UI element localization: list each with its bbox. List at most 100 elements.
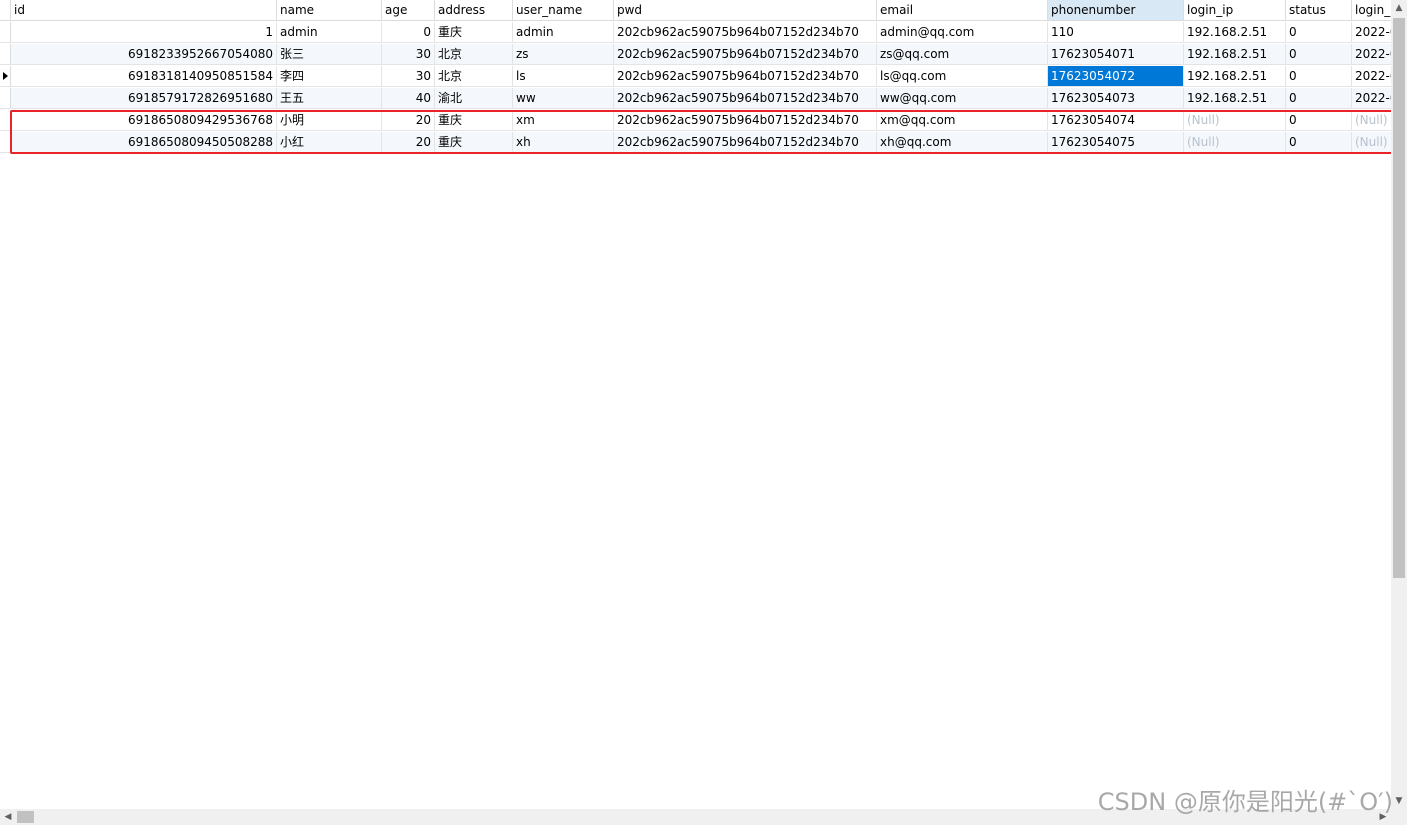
cell-status[interactable]: 0	[1286, 44, 1352, 65]
cell-status[interactable]: 0	[1286, 66, 1352, 87]
column-header-phonenumber[interactable]: phonenumber	[1048, 0, 1184, 21]
cell-age[interactable]: 0	[382, 22, 435, 43]
row-indicator[interactable]	[0, 88, 11, 109]
table-row[interactable]: 6918233952667054080 张三 30 北京 zs 202cb962ac590…	[0, 44, 1391, 66]
cell-status[interactable]: 0	[1286, 110, 1352, 131]
scroll-left-arrow-icon[interactable]: ◀	[0, 809, 16, 825]
cell-name[interactable]: 王五	[277, 88, 382, 109]
cell-name[interactable]: 小明	[277, 110, 382, 131]
cell-name[interactable]: 小红	[277, 132, 382, 153]
column-header-address[interactable]: address	[435, 0, 513, 21]
cell-login-ip[interactable]: 192.168.2.51	[1184, 22, 1286, 43]
cell-login-time[interactable]: 2022-0	[1352, 22, 1391, 43]
cell-address[interactable]: 重庆	[435, 132, 513, 153]
cell-id[interactable]: 1	[11, 22, 277, 43]
cell-age[interactable]: 30	[382, 66, 435, 87]
cell-user-name[interactable]: ls	[513, 66, 614, 87]
cell-login-ip[interactable]: (Null)	[1184, 110, 1286, 131]
cell-status[interactable]: 0	[1286, 88, 1352, 109]
cell-pwd[interactable]: 202cb962ac59075b964b07152d234b70	[614, 22, 877, 43]
cell-user-name[interactable]: zs	[513, 44, 614, 65]
horizontal-scroll-thumb[interactable]	[17, 811, 34, 823]
cell-id[interactable]: 6918579172826951680	[11, 88, 277, 109]
row-indicator[interactable]	[0, 66, 11, 87]
cell-phonenumber[interactable]: 17623054073	[1048, 88, 1184, 109]
cell-id[interactable]: 6918233952667054080	[11, 44, 277, 65]
column-header-login-ip[interactable]: login_ip	[1184, 0, 1286, 21]
cell-address[interactable]: 渝北	[435, 88, 513, 109]
table-row[interactable]: 6918318140950851584 李四 30 北京 ls 202cb962ac590…	[0, 66, 1391, 88]
cell-login-time[interactable]: (Null)	[1352, 110, 1391, 131]
cell-user-name[interactable]: xm	[513, 110, 614, 131]
watermark: CSDN @原你是阳光(#`O′)	[1097, 788, 1393, 816]
cell-address[interactable]: 重庆	[435, 110, 513, 131]
cell-email[interactable]: ls@qq.com	[877, 66, 1048, 87]
cell-age[interactable]: 20	[382, 110, 435, 131]
cell-login-ip[interactable]: 192.168.2.51	[1184, 44, 1286, 65]
vertical-scrollbar[interactable]: ▲ ▼	[1391, 0, 1407, 809]
cell-login-ip[interactable]: (Null)	[1184, 132, 1286, 153]
cell-name[interactable]: admin	[277, 22, 382, 43]
cell-login-time[interactable]: (Null)	[1352, 132, 1391, 153]
cell-age[interactable]: 30	[382, 44, 435, 65]
cell-user-name[interactable]: ww	[513, 88, 614, 109]
cell-phonenumber[interactable]: 17623054075	[1048, 132, 1184, 153]
cell-login-time[interactable]: 2022-0	[1352, 66, 1391, 87]
column-header-email[interactable]: email	[877, 0, 1048, 21]
column-header-user-name[interactable]: user_name	[513, 0, 614, 21]
column-header-age[interactable]: age	[382, 0, 435, 21]
cell-phonenumber[interactable]: 17623054071	[1048, 44, 1184, 65]
cell-age[interactable]: 40	[382, 88, 435, 109]
column-header-pwd[interactable]: pwd	[614, 0, 877, 21]
table-row[interactable]: 6918650809450508288 小红 20 重庆 xh 202cb962ac590…	[0, 132, 1391, 154]
cell-phonenumber[interactable]: 110	[1048, 22, 1184, 43]
cell-email[interactable]: zs@qq.com	[877, 44, 1048, 65]
cell-login-ip[interactable]: 192.168.2.51	[1184, 66, 1286, 87]
header-row: id name age address user_name pwd email …	[0, 0, 1391, 22]
cell-address[interactable]: 重庆	[435, 22, 513, 43]
row-indicator[interactable]	[0, 22, 11, 43]
cell-login-ip[interactable]: 192.168.2.51	[1184, 88, 1286, 109]
header-corner	[0, 0, 11, 21]
cell-login-time[interactable]: 2022-0	[1352, 44, 1391, 65]
cell-login-time[interactable]: 2022-0	[1352, 88, 1391, 109]
table-row[interactable]: 6918579172826951680 王五 40 渝北 ww 202cb962ac590…	[0, 88, 1391, 110]
cell-id[interactable]: 6918318140950851584	[11, 66, 277, 87]
row-indicator[interactable]	[0, 110, 11, 131]
cell-user-name[interactable]: xh	[513, 132, 614, 153]
table-row[interactable]: 6918650809429536768 小明 20 重庆 xm 202cb962ac590…	[0, 110, 1391, 132]
column-header-id[interactable]: id	[11, 0, 277, 21]
cell-status[interactable]: 0	[1286, 132, 1352, 153]
cell-user-name[interactable]: admin	[513, 22, 614, 43]
current-row-arrow-icon	[3, 72, 8, 80]
row-indicator[interactable]	[0, 44, 11, 65]
cell-email[interactable]: admin@qq.com	[877, 22, 1048, 43]
column-header-login-time[interactable]: login_	[1352, 0, 1391, 21]
cell-name[interactable]: 李四	[277, 66, 382, 87]
table-row[interactable]: 1 admin 0 重庆 admin 202cb962ac59075b964b07152d…	[0, 22, 1391, 44]
cell-status[interactable]: 0	[1286, 22, 1352, 43]
cell-age[interactable]: 20	[382, 132, 435, 153]
cell-email[interactable]: ww@qq.com	[877, 88, 1048, 109]
column-header-name[interactable]: name	[277, 0, 382, 21]
cell-pwd[interactable]: 202cb962ac59075b964b07152d234b70	[614, 44, 877, 65]
cell-address[interactable]: 北京	[435, 44, 513, 65]
data-grid: id name age address user_name pwd email …	[0, 0, 1391, 809]
cell-phonenumber[interactable]: 17623054072	[1048, 66, 1184, 87]
cell-pwd[interactable]: 202cb962ac59075b964b07152d234b70	[614, 110, 877, 131]
cell-email[interactable]: xm@qq.com	[877, 110, 1048, 131]
cell-phonenumber[interactable]: 17623054074	[1048, 110, 1184, 131]
column-header-status[interactable]: status	[1286, 0, 1352, 21]
cell-id[interactable]: 6918650809429536768	[11, 110, 277, 131]
cell-pwd[interactable]: 202cb962ac59075b964b07152d234b70	[614, 88, 877, 109]
cell-pwd[interactable]: 202cb962ac59075b964b07152d234b70	[614, 66, 877, 87]
cell-email[interactable]: xh@qq.com	[877, 132, 1048, 153]
scroll-down-arrow-icon[interactable]: ▼	[1391, 793, 1407, 809]
cell-name[interactable]: 张三	[277, 44, 382, 65]
row-indicator[interactable]	[0, 132, 11, 153]
cell-id[interactable]: 6918650809450508288	[11, 132, 277, 153]
vertical-scroll-thumb[interactable]	[1393, 18, 1405, 578]
scroll-up-arrow-icon[interactable]: ▲	[1391, 0, 1407, 16]
cell-address[interactable]: 北京	[435, 66, 513, 87]
cell-pwd[interactable]: 202cb962ac59075b964b07152d234b70	[614, 132, 877, 153]
